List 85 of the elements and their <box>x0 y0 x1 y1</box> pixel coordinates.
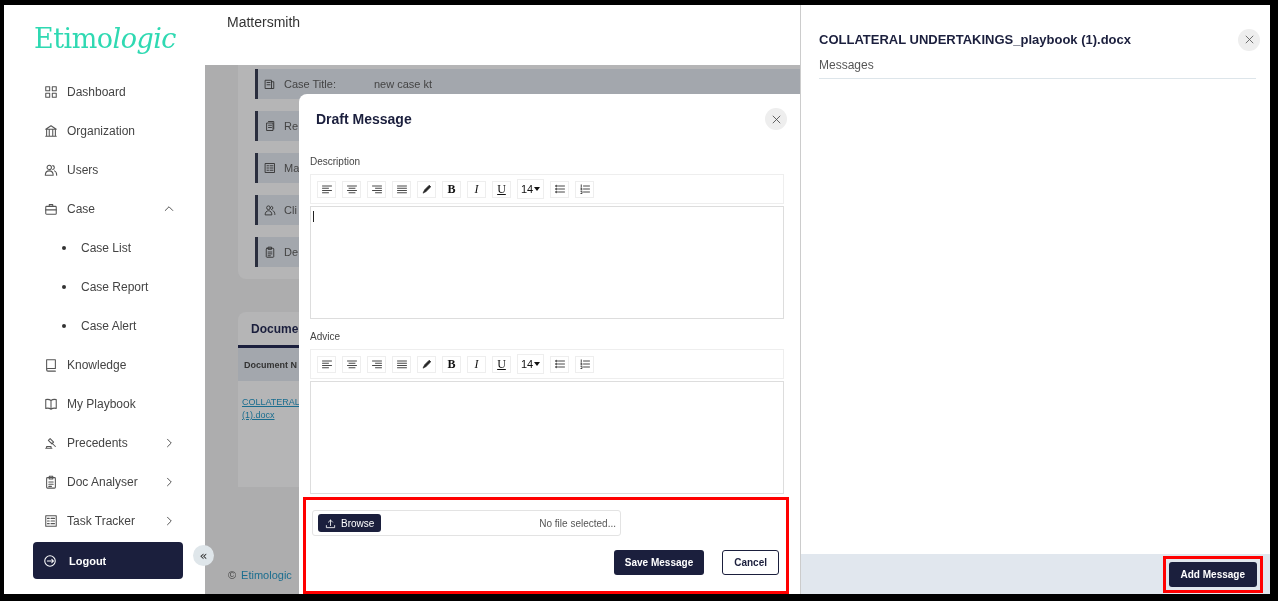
sidebar-subitem[interactable]: Case Alert <box>4 306 205 345</box>
sidebar-item[interactable]: Organization <box>4 111 205 150</box>
align-left-icon <box>320 183 333 195</box>
bold-button[interactable]: B <box>442 180 461 198</box>
sidebar-item[interactable]: Doc Analyser <box>4 462 205 501</box>
sidebar-item[interactable]: My Playbook <box>4 384 205 423</box>
align-right-icon <box>370 183 383 195</box>
clipboard-icon <box>264 246 276 258</box>
detail-value: new case kt <box>373 78 433 90</box>
dialog-title: Draft Message <box>316 111 413 127</box>
underline-button[interactable]: U <box>492 355 511 373</box>
toolbar-button[interactable] <box>317 180 336 198</box>
toolbar-button[interactable] <box>367 355 386 373</box>
file-picker[interactable]: Browse No file selected... <box>312 510 621 536</box>
sidebar-subitem[interactable]: Case List <box>4 228 205 267</box>
toolbar-button[interactable] <box>392 180 411 198</box>
detail-label: De <box>284 246 299 258</box>
align-center-icon <box>345 183 358 195</box>
users-icon <box>264 204 276 216</box>
upload-icon <box>325 517 336 529</box>
underline-button[interactable]: U <box>492 180 511 198</box>
detail-label: Re <box>284 120 299 132</box>
close-icon <box>770 113 782 125</box>
gavel-icon <box>44 435 58 450</box>
numbered-list-icon <box>578 183 591 195</box>
sidebar-item[interactable]: Knowledge <box>4 345 205 384</box>
close-icon <box>1243 34 1255 45</box>
dropdown-arrow-icon <box>534 362 541 366</box>
pen-icon <box>420 358 433 370</box>
logout-button[interactable]: Logout <box>33 542 183 579</box>
detail-label: Ma <box>284 162 300 174</box>
align-left-icon <box>320 358 333 370</box>
dropdown-arrow-icon <box>534 187 541 191</box>
logo: Etimologic <box>34 22 176 56</box>
toolbar-button[interactable] <box>417 355 436 373</box>
sidebar-subitem[interactable]: Case Report <box>4 267 205 306</box>
detail-label: Case Title: <box>284 78 336 90</box>
add-message-button[interactable]: Add Message <box>1168 561 1257 587</box>
justify-icon <box>395 183 408 195</box>
font-size-dropdown[interactable]: 14 <box>517 354 545 374</box>
toolbar-button[interactable] <box>317 355 336 373</box>
bulleted-list-icon <box>553 358 566 370</box>
toolbar-button[interactable] <box>367 180 386 198</box>
toolbar-button[interactable] <box>392 355 411 373</box>
logout-icon <box>43 553 57 568</box>
toolbar-button[interactable] <box>342 180 361 198</box>
sidebar-item[interactable]: Task Tracker <box>4 501 205 540</box>
field-label: Description <box>310 156 362 167</box>
bold-button[interactable]: B <box>442 355 461 373</box>
open-book-icon <box>44 396 58 411</box>
bulleted-list-icon <box>553 183 566 195</box>
sidebar-item[interactable]: Case <box>4 189 205 228</box>
briefcase-icon <box>44 201 58 216</box>
file-status: No file selected... <box>539 517 616 529</box>
app-title: Mattersmith <box>227 14 301 30</box>
copyright-symbol: © <box>228 569 237 581</box>
close-button[interactable] <box>765 108 787 130</box>
document-icon <box>264 78 276 90</box>
font-size-dropdown[interactable]: 14 <box>517 179 545 199</box>
list-icon <box>264 162 276 174</box>
close-button[interactable] <box>1238 28 1260 51</box>
bank-icon <box>44 123 58 138</box>
align-center-icon <box>345 358 358 370</box>
book-icon <box>44 357 58 372</box>
section-heading: Messages <box>819 58 874 72</box>
list-icon <box>44 513 58 528</box>
toolbar-button[interactable] <box>342 355 361 373</box>
align-right-icon <box>370 358 383 370</box>
toolbar-button[interactable] <box>417 180 436 198</box>
detail-label: Cli <box>284 204 297 216</box>
italic-button[interactable]: I <box>467 355 486 373</box>
italic-button[interactable]: I <box>467 180 486 198</box>
sidebar-item[interactable]: Precedents <box>4 423 205 462</box>
browse-button[interactable]: Browse <box>318 514 382 532</box>
clipboard-icon <box>44 474 58 489</box>
numbered-list-icon <box>578 358 591 370</box>
cancel-button[interactable]: Cancel <box>722 550 779 575</box>
grid-icon <box>44 84 58 99</box>
panel-title: COLLATERAL UNDERTAKINGS_playbook (1).docx <box>819 32 1133 47</box>
users-icon <box>44 162 58 177</box>
sidebar-item[interactable]: Dashboard <box>4 72 205 111</box>
justify-icon <box>395 358 408 370</box>
save-message-button[interactable]: Save Message <box>613 550 705 575</box>
copy-icon <box>264 120 276 132</box>
sidebar-item[interactable]: Users <box>4 150 205 189</box>
